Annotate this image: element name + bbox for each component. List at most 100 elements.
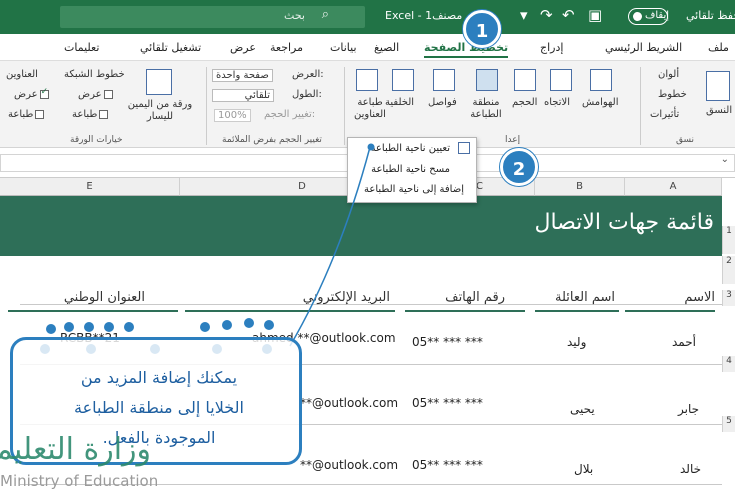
row-header-5[interactable]: 5 [722, 416, 735, 432]
separator [206, 67, 207, 145]
expand-formula-icon[interactable]: ⌄ [721, 154, 729, 165]
cell-family-name[interactable]: بلال [574, 462, 593, 476]
undo-icon[interactable]: ↶ [562, 6, 575, 24]
print-titles-icon[interactable] [356, 69, 378, 91]
title-bar: بحث ⌕ Excel - 1مصنف ▾ ↷ ↶ ▣ إيقاف حفظ تل… [0, 0, 735, 34]
tab-formulas[interactable]: الصيغ [374, 41, 399, 54]
tab-home[interactable]: الشريط الرئيسي [605, 41, 682, 54]
menu-add-to-print-area[interactable]: إضافة إلى ناحية الطباعة [364, 184, 464, 195]
tab-review[interactable]: مراجعة [270, 41, 303, 54]
background-icon[interactable] [392, 69, 414, 91]
cell-email[interactable]: **@outlook.com [300, 458, 398, 472]
save-icon[interactable]: ▣ [588, 6, 602, 24]
ribbon-tabs: ملف الشريط الرئيسي إدراج تخطيط الصفحة ال… [0, 34, 735, 60]
print-area-button[interactable]: منطقة الطباعة [466, 97, 506, 121]
cell-phone[interactable]: 05** *** *** [412, 396, 483, 410]
autosave-label: حفظ تلقائي [686, 9, 735, 22]
header-underline [535, 310, 619, 312]
cell-name[interactable]: أحمد [672, 335, 696, 349]
scale-input[interactable]: 100% [214, 109, 251, 122]
redo-icon[interactable]: ↷ [540, 6, 553, 24]
header-family-name: اسم العائلة [555, 290, 615, 305]
column-header-b[interactable]: B [535, 178, 625, 196]
themes-button[interactable]: النسق [706, 105, 732, 116]
decor-dot [64, 322, 74, 332]
gridlines-view-checkbox[interactable] [103, 89, 113, 99]
height-select[interactable]: تلقائي [212, 89, 274, 102]
group-label-scale: تغيير الحجم بفرض الملائمة [222, 135, 322, 145]
decor-dot [264, 320, 274, 330]
menu-set-print-area[interactable]: تعيين ناحية الطباعة [371, 143, 450, 154]
cell-family-name[interactable]: وليد [567, 335, 586, 349]
tab-page-layout[interactable]: تخطيط الصفحة [424, 41, 509, 58]
step-marker-2: 2 [500, 148, 538, 186]
breaks-icon[interactable] [433, 69, 455, 91]
orientation-icon[interactable] [550, 69, 572, 91]
search-box[interactable]: بحث ⌕ [60, 6, 365, 28]
ribbon: النسق ألوان خطوط تأثيرات نسق الهوامش الا… [0, 60, 735, 148]
size-icon[interactable] [514, 69, 536, 91]
header-underline [405, 310, 525, 312]
app-title: Excel - 1مصنف [385, 9, 463, 22]
sheet-rtl-icon[interactable] [146, 69, 172, 95]
headings-view[interactable]: عرض [14, 87, 49, 100]
toggle-knob [633, 12, 642, 21]
header-underline [625, 310, 715, 312]
colors-button[interactable]: ألوان [658, 69, 679, 80]
decor-dot [84, 322, 94, 332]
tab-automate[interactable]: تشغيل تلقائي [140, 41, 201, 54]
cell-family-name[interactable]: يحيى [570, 402, 595, 416]
cell-phone[interactable]: 05** *** *** [412, 335, 483, 349]
tab-help[interactable]: تعليمات [64, 41, 99, 54]
gridlines-view-label: عرض [78, 89, 102, 100]
size-button[interactable]: الحجم [512, 97, 537, 108]
tab-file[interactable]: ملف [708, 41, 729, 54]
sheet-title-banner: قائمة جهات الاتصال [0, 196, 722, 256]
row-header-3[interactable]: 3 [722, 290, 735, 306]
set-print-area-icon [458, 142, 470, 154]
menu-clear-print-area[interactable]: مسح ناحية الطباعة [371, 164, 450, 175]
decor-dot [222, 320, 232, 330]
tab-view[interactable]: عرض [230, 41, 256, 54]
tab-data[interactable]: بيانات [330, 41, 357, 54]
print-area-menu: تعيين ناحية الطباعة مسح ناحية الطباعة إض… [347, 137, 477, 203]
header-address: العنوان الوطني [63, 290, 145, 305]
themes-icon[interactable] [706, 71, 730, 101]
row-header-2[interactable]: 2 [722, 256, 735, 284]
cell-email[interactable]: **@outlook.com [300, 396, 398, 410]
cell-phone[interactable]: 05** *** *** [412, 458, 483, 472]
autosave-toggle[interactable]: إيقاف [628, 8, 669, 25]
row-header-4[interactable]: 4 [722, 356, 735, 372]
decor-dot [124, 322, 134, 332]
margins-button[interactable]: الهوامش [582, 97, 618, 108]
header-email: البريد الإلكتروني [302, 290, 390, 305]
headings-print[interactable]: طباعة [8, 109, 45, 120]
header-name: الاسم [684, 290, 715, 305]
gridlines-print[interactable]: طباعة [72, 109, 109, 120]
effects-button[interactable]: تأثيرات [650, 109, 679, 120]
decor-dot [46, 324, 56, 334]
margins-icon[interactable] [590, 69, 612, 91]
column-header-a[interactable]: A [625, 178, 722, 196]
sheet-title: قائمة جهات الاتصال [534, 210, 714, 235]
tab-insert[interactable]: إدراج [540, 41, 563, 54]
cell-name[interactable]: جابر [678, 402, 699, 416]
breaks-button[interactable]: فواصل [428, 97, 457, 108]
print-area-icon[interactable] [476, 69, 498, 91]
background-button[interactable]: الخلفية [385, 97, 414, 108]
orientation-button[interactable]: الاتجاه [544, 97, 570, 108]
headings-view-checkbox[interactable] [39, 87, 49, 99]
customize-quick-access-icon[interactable]: ▾ [520, 6, 528, 24]
step-marker-1: 1 [463, 10, 501, 48]
width-select[interactable]: صفحة واحدة [212, 69, 273, 82]
column-header-e[interactable]: E [0, 178, 180, 196]
row-header-1[interactable]: 1 [722, 226, 735, 254]
print-titles-button[interactable]: طباعة العناوين [352, 97, 388, 121]
header-underline [185, 310, 395, 312]
headings-print-checkbox[interactable] [35, 109, 45, 119]
sheet-rtl-button[interactable]: ورقة من اليمين لليسار [120, 99, 200, 123]
gridlines-print-checkbox[interactable] [99, 109, 109, 119]
cell-name[interactable]: خالد [680, 462, 701, 476]
gridlines-view[interactable]: عرض [78, 89, 113, 100]
fonts-button[interactable]: خطوط [658, 89, 687, 100]
